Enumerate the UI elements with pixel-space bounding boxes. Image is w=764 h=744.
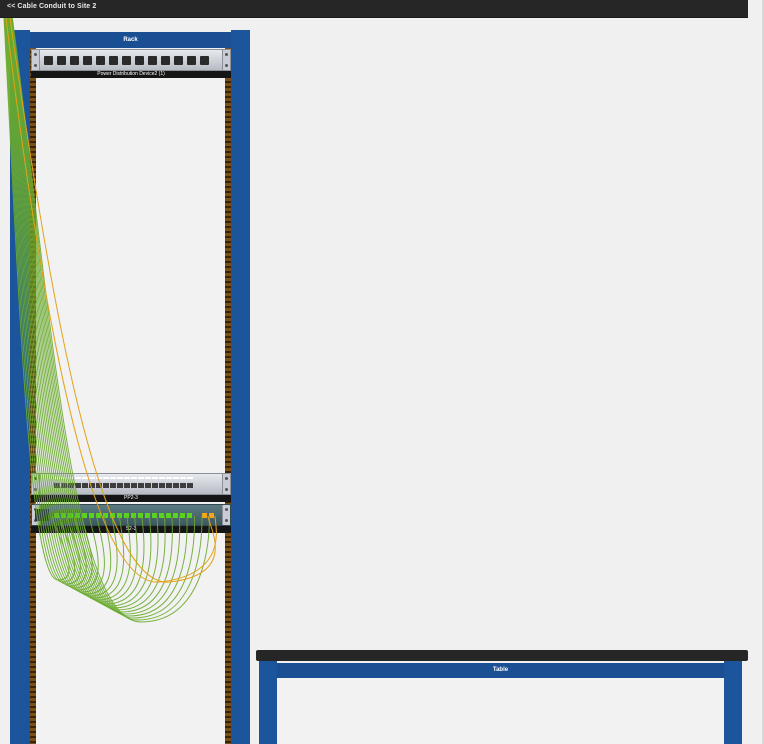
rj45-port-icon[interactable]: [103, 513, 108, 518]
pdu-label: Power Distribution Device2 (1): [31, 71, 231, 78]
patch-panel-device[interactable]: PP2-3: [31, 473, 231, 502]
rack: Rack Power Distribution Device2 (1) PP2-…: [10, 30, 250, 744]
rj45-port-icon[interactable]: [117, 513, 122, 518]
rj45-port-icon[interactable]: [180, 483, 186, 488]
rj45-port-icon[interactable]: [145, 513, 150, 518]
rj45-port-icon[interactable]: [173, 513, 178, 518]
top-bar: << Cable Conduit to Site 2: [0, 0, 748, 18]
switch-logo-icon: [35, 509, 49, 521]
mount-ear-right: [222, 505, 230, 525]
rj45-port-icon[interactable]: [54, 483, 60, 488]
pdu-outlet-icon: [44, 56, 53, 65]
rj45-port-icon[interactable]: [131, 483, 137, 488]
table-top: [256, 650, 748, 661]
switch-uplink-ports: [202, 513, 214, 518]
mount-ear-left: [32, 50, 40, 70]
rack-post-right: [231, 30, 250, 744]
rj45-port-icon[interactable]: [96, 513, 101, 518]
rj45-port-icon[interactable]: [89, 513, 94, 518]
mount-ear-right: [222, 474, 230, 494]
table-leg-left: [259, 661, 277, 744]
mount-ear-right: [222, 50, 230, 70]
patch-panel-ports: [54, 483, 193, 488]
rj45-port-icon[interactable]: [110, 483, 116, 488]
rj45-port-icon[interactable]: [68, 513, 73, 518]
rj45-port-icon[interactable]: [110, 513, 115, 518]
rj45-port-icon[interactable]: [82, 513, 87, 518]
rj45-port-icon[interactable]: [152, 483, 158, 488]
rj45-port-icon[interactable]: [145, 483, 151, 488]
rj45-port-icon[interactable]: [61, 483, 67, 488]
rj45-port-icon[interactable]: [89, 483, 95, 488]
rj45-port-icon[interactable]: [138, 513, 143, 518]
rj45-port-icon[interactable]: [103, 483, 109, 488]
pdu-outlet-icon: [109, 56, 118, 65]
pdu-outlet-icon: [135, 56, 144, 65]
rj45-port-icon[interactable]: [117, 483, 123, 488]
patch-panel-labels: [54, 477, 193, 479]
rj45-port-icon[interactable]: [159, 483, 165, 488]
pdu-outlet-icon: [83, 56, 92, 65]
switch-device[interactable]: S2-3: [31, 504, 231, 533]
pdu-device[interactable]: Power Distribution Device2 (1): [31, 49, 231, 78]
switch-ports: [54, 513, 192, 518]
rack-rail-left: [30, 48, 36, 744]
rack-post-left: [10, 30, 30, 744]
rj45-port-icon[interactable]: [166, 483, 172, 488]
pdu-outlet-icon: [57, 56, 66, 65]
rj45-port-icon[interactable]: [187, 513, 192, 518]
rj45-port-icon[interactable]: [124, 513, 129, 518]
patch-panel-label: PP2-3: [31, 495, 231, 502]
pdu-outlet-icon: [161, 56, 170, 65]
rj45-port-icon[interactable]: [61, 513, 66, 518]
patch-panel[interactable]: [31, 473, 231, 495]
rj45-port-icon[interactable]: [96, 483, 102, 488]
rj45-port-icon[interactable]: [202, 513, 207, 518]
rj45-port-icon[interactable]: [166, 513, 171, 518]
pdu-outlet-icon: [174, 56, 183, 65]
pdu-outlet-icon: [70, 56, 79, 65]
rack-interior: [36, 48, 225, 744]
rj45-port-icon[interactable]: [180, 513, 185, 518]
pdu-outlets: [44, 56, 209, 65]
table-title: Table: [277, 663, 724, 678]
pdu-outlet-icon: [122, 56, 131, 65]
rj45-port-icon[interactable]: [159, 513, 164, 518]
rj45-port-icon[interactable]: [82, 483, 88, 488]
rj45-port-icon[interactable]: [173, 483, 179, 488]
rj45-port-icon[interactable]: [131, 513, 136, 518]
rj45-port-icon[interactable]: [152, 513, 157, 518]
pdu-outlet-icon: [96, 56, 105, 65]
back-to-cable-conduit-link[interactable]: << Cable Conduit to Site 2: [7, 3, 96, 10]
mount-ear-left: [32, 474, 40, 494]
rj45-port-icon[interactable]: [187, 483, 193, 488]
rack-title: Rack: [30, 32, 231, 48]
rack-rail-right: [225, 48, 231, 744]
pdu-panel[interactable]: [31, 49, 231, 71]
rj45-port-icon[interactable]: [124, 483, 130, 488]
pdu-outlet-icon: [200, 56, 209, 65]
switch-panel[interactable]: [31, 504, 231, 526]
rj45-port-icon[interactable]: [138, 483, 144, 488]
rj45-port-icon[interactable]: [54, 513, 59, 518]
pdu-outlet-icon: [187, 56, 196, 65]
pdu-outlet-icon: [148, 56, 157, 65]
rj45-port-icon[interactable]: [68, 483, 74, 488]
rj45-port-icon[interactable]: [75, 483, 81, 488]
rj45-port-icon[interactable]: [75, 513, 80, 518]
switch-label: S2-3: [31, 526, 231, 533]
table-leg-right: [724, 661, 742, 744]
table-surface: [277, 678, 724, 744]
rj45-port-icon[interactable]: [209, 513, 214, 518]
